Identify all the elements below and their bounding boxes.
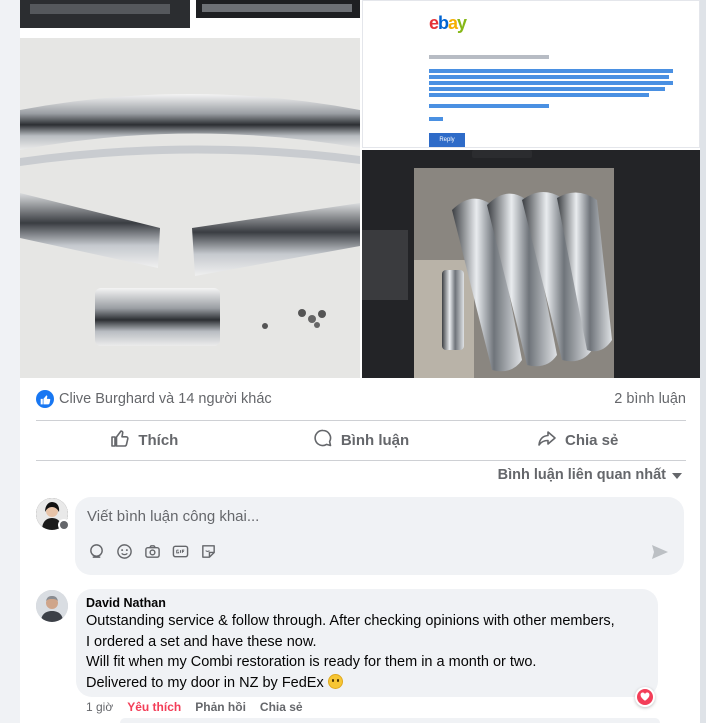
comment-reply-button[interactable]: Phản hồi bbox=[195, 700, 246, 714]
like-button-label: Thích bbox=[138, 431, 179, 449]
next-comment-peek bbox=[120, 718, 660, 723]
comment-text-line: I ordered a set and have these now. bbox=[86, 633, 317, 650]
reaction-summary[interactable]: Clive Burghard và 14 người khác bbox=[36, 390, 272, 408]
post-card: ebay Reply Clive Burghard và 14 người kh… bbox=[20, 0, 700, 723]
status-indicator bbox=[58, 519, 70, 531]
comment-text-line: Outstanding service & follow through. Af… bbox=[86, 613, 615, 629]
photo-bumpers-stacked[interactable] bbox=[362, 150, 700, 378]
smiling-face-emoji-icon bbox=[327, 673, 343, 689]
comment-sort-dropdown[interactable]: Bình luận liên quan nhất bbox=[498, 464, 682, 486]
comment-composer[interactable]: Viết bình luận công khai... bbox=[75, 497, 684, 575]
avatar-sticker-icon[interactable] bbox=[87, 542, 105, 560]
emoji-icon[interactable] bbox=[115, 542, 133, 560]
photo-collage[interactable]: ebay Reply bbox=[20, 0, 700, 378]
comment-input[interactable]: Viết bình luận công khai... bbox=[87, 508, 259, 525]
speech-bubble-icon bbox=[313, 428, 333, 452]
comment-love-button[interactable]: Yêu thích bbox=[127, 700, 181, 714]
comment-button-label: Bình luận bbox=[340, 431, 410, 449]
comment-share-button[interactable]: Chia sẻ bbox=[260, 700, 303, 714]
comment-sort-label: Bình luận liên quan nhất bbox=[497, 467, 666, 483]
comment-button[interactable]: Bình luận bbox=[253, 421, 470, 459]
comment-love-reaction[interactable] bbox=[635, 687, 655, 707]
comment-text-line: Will fit when my Combi restoration is re… bbox=[86, 654, 537, 670]
photo-bumpers-flat[interactable] bbox=[20, 38, 360, 378]
caret-down-icon bbox=[672, 467, 682, 483]
comment-meta: 1 giờ Yêu thích Phản hồi Chia sẻ bbox=[86, 700, 303, 714]
composer-tools bbox=[87, 542, 217, 560]
comment-author-avatar[interactable] bbox=[36, 590, 68, 622]
comment-text-line-last: Delivered to my door in NZ by FedEx bbox=[86, 673, 648, 694]
heart-icon bbox=[637, 689, 653, 705]
photo-ebay-message[interactable]: ebay Reply bbox=[362, 0, 700, 148]
comment-text: Delivered to my door in NZ by FedEx bbox=[86, 674, 324, 691]
comment-count[interactable]: 2 bình luận bbox=[614, 391, 686, 407]
post-action-bar: Thích Bình luận Chia sẻ bbox=[36, 421, 686, 459]
reaction-stats: Clive Burghard và 14 người khác 2 bình l… bbox=[36, 386, 686, 412]
gif-icon[interactable] bbox=[171, 542, 189, 560]
sticker-icon[interactable] bbox=[199, 542, 217, 560]
comment-bubble: David Nathan Outstanding service & follo… bbox=[76, 589, 658, 697]
share-button[interactable]: Chia sẻ bbox=[469, 421, 686, 459]
share-arrow-icon bbox=[537, 428, 557, 452]
photo-top-left[interactable] bbox=[20, 0, 360, 36]
thumbs-up-icon bbox=[110, 428, 130, 452]
share-button-label: Chia sẻ bbox=[565, 431, 619, 449]
like-reaction-icon bbox=[36, 390, 54, 408]
like-button[interactable]: Thích bbox=[36, 421, 253, 459]
camera-icon[interactable] bbox=[143, 542, 161, 560]
comment-timestamp[interactable]: 1 giờ bbox=[86, 700, 113, 714]
ebay-reply-button: Reply bbox=[429, 133, 465, 147]
page-scroll-edge bbox=[700, 0, 706, 723]
send-icon[interactable] bbox=[650, 542, 670, 562]
comment-author-name[interactable]: David Nathan bbox=[86, 596, 648, 611]
divider bbox=[36, 460, 686, 461]
reaction-summary-text[interactable]: Clive Burghard và 14 người khác bbox=[59, 391, 272, 407]
